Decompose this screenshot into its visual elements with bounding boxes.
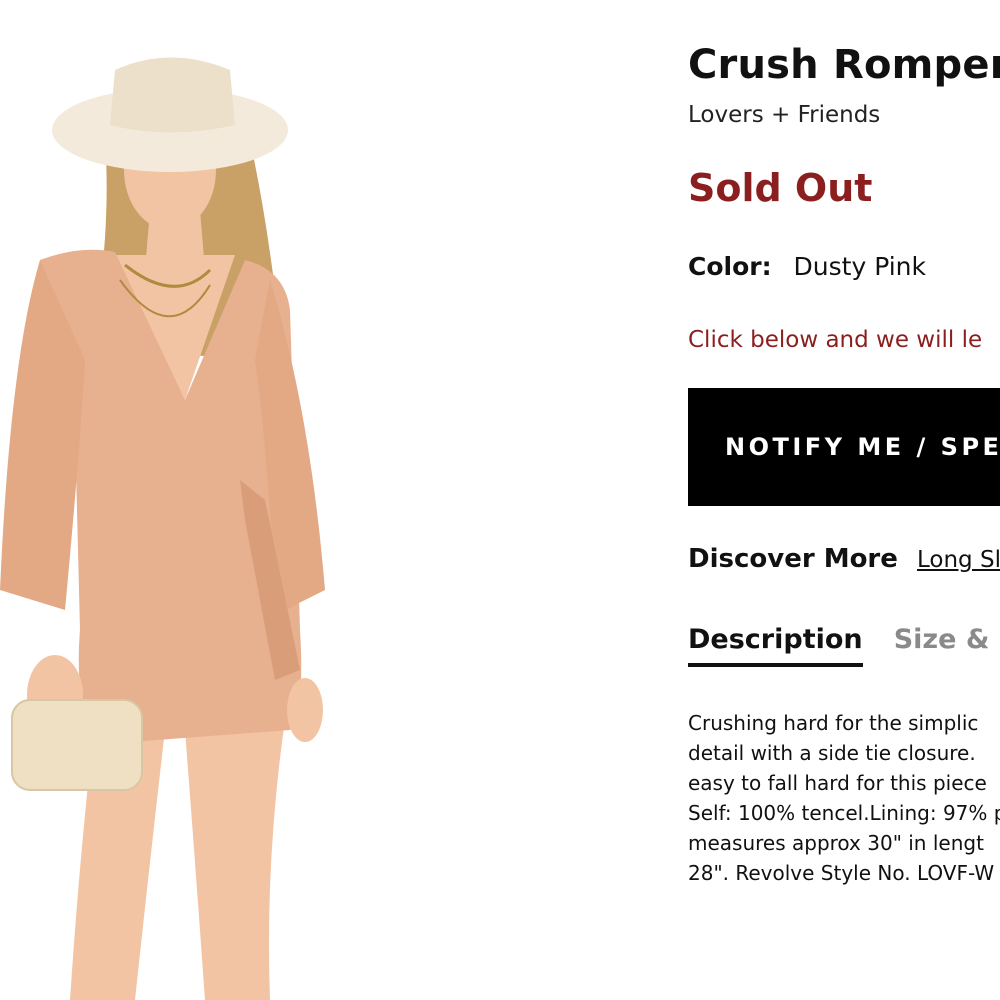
tab-description[interactable]: Description [688, 624, 863, 667]
color-label: Color: [688, 252, 772, 281]
discover-more-link[interactable]: Long Sle [917, 547, 1000, 573]
clutch-bag [11, 699, 143, 791]
product-tabs: Description Size & F [688, 624, 1000, 667]
description-line: Self: 100% tencel.Lining: 97% p [688, 801, 1000, 825]
tab-size-fit[interactable]: Size & F [894, 624, 1000, 663]
right-hand [287, 678, 323, 742]
product-description: Crushing hard for the simplic detail wit… [688, 708, 1000, 888]
description-line: Crushing hard for the simplic [688, 711, 979, 735]
product-title: Crush Romper [688, 42, 1000, 88]
discover-more-label: Discover More [688, 544, 898, 574]
discover-more: Discover More Long Sle [688, 544, 1000, 574]
brand-link[interactable]: Lovers + Friends [688, 102, 880, 128]
model-photo [0, 57, 325, 1000]
notify-me-button[interactable]: NOTIFY ME / SPEC [688, 388, 1000, 506]
description-line: easy to fall hard for this piece [688, 771, 987, 795]
right-leg [185, 720, 285, 1000]
description-line: 28". Revolve Style No. LOVF-W [688, 861, 995, 885]
description-line: measures approx 30" in lengt [688, 831, 984, 855]
stock-status: Sold Out [688, 166, 873, 210]
product-image[interactable] [0, 30, 360, 1000]
color-value: Dusty Pink [793, 252, 927, 281]
notify-message: Click below and we will le [688, 327, 983, 353]
product-page: Crush Romper Lovers + Friends Sold Out C… [0, 0, 1000, 1000]
description-line: detail with a side tie closure. [688, 741, 976, 765]
color-row: Color: Dusty Pink [688, 252, 926, 281]
hat-crown [110, 57, 235, 133]
product-info: Crush Romper Lovers + Friends Sold Out C… [688, 0, 1000, 1000]
